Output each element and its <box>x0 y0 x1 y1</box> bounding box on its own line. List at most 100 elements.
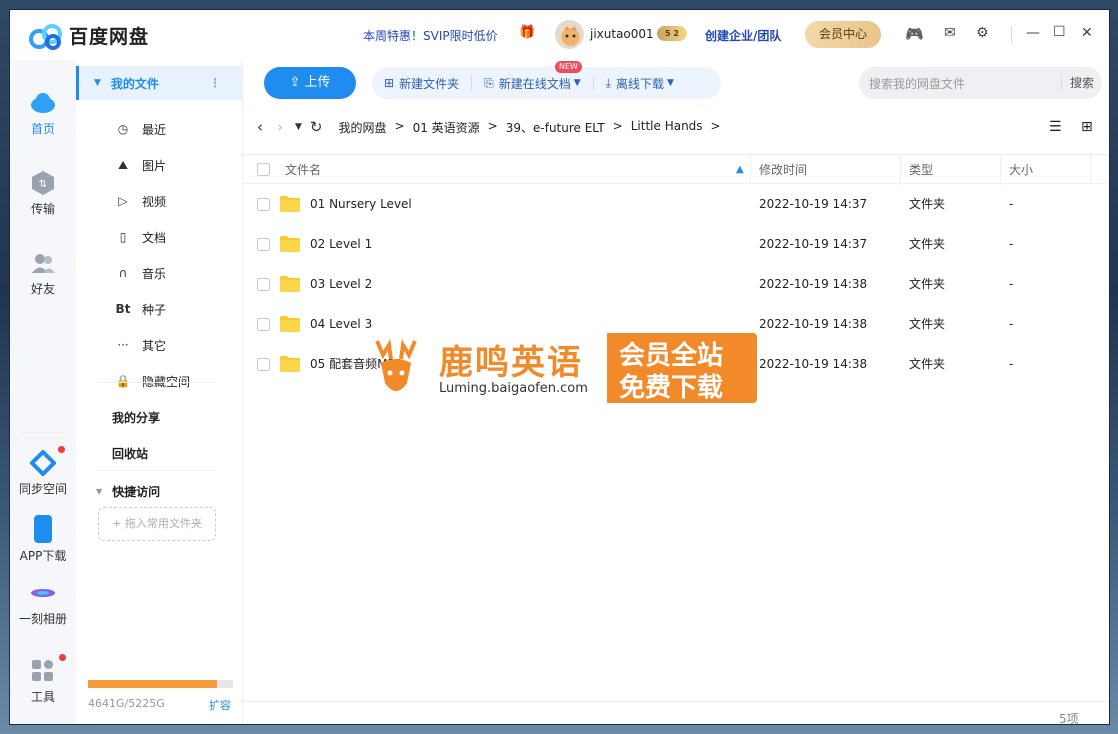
header-size[interactable]: 大小 <box>1009 155 1033 185</box>
row-checkbox[interactable] <box>257 238 270 251</box>
nav-label: 同步空间 <box>18 482 67 496</box>
new-folder-label: 新建文件夹 <box>399 76 460 91</box>
document-plus-icon: ⎘ <box>484 75 494 90</box>
table-row[interactable]: 01 Nursery Level 2022-10-19 14:37 文件夹 - <box>243 184 1109 224</box>
folder-icon <box>280 356 300 372</box>
minimize-icon[interactable]: — <box>1026 25 1040 41</box>
divider <box>1090 155 1091 185</box>
upload-icon: ⇪ <box>289 75 301 90</box>
nav-transfer[interactable]: ⇅ 传输 <box>10 170 76 217</box>
row-checkbox[interactable] <box>257 318 270 331</box>
play-icon: ▷ <box>118 194 128 208</box>
folder-icon <box>280 236 300 252</box>
header-type[interactable]: 类型 <box>909 155 933 185</box>
file-type: 文件夹 <box>909 357 946 371</box>
file-type: 文件夹 <box>909 277 946 291</box>
folder-icon <box>280 316 300 332</box>
forward-icon[interactable]: › <box>277 118 283 136</box>
sidebar-item-my-share[interactable]: 我的分享 <box>76 400 243 434</box>
refresh-icon[interactable]: ↻ <box>310 118 323 136</box>
table-row[interactable]: 02 Level 1 2022-10-19 14:37 文件夹 - <box>243 224 1109 264</box>
file-name[interactable]: 01 Nursery Level <box>310 184 412 224</box>
gear-icon[interactable]: ⚙ <box>976 25 989 41</box>
sidebar-item-6[interactable]: ··· 其它 <box>76 328 243 362</box>
sidebar-item-my-files[interactable]: ▼ 我的文件 ⋮ <box>76 66 243 100</box>
table-row[interactable]: 03 Level 2 2022-10-19 14:38 文件夹 - <box>243 264 1109 304</box>
sidebar-item-recycle[interactable]: 回收站 <box>76 436 243 470</box>
storage-text: 4641G/5225G <box>88 697 165 710</box>
sidebar-item-label: 视频 <box>142 194 167 209</box>
grid-view-icon[interactable]: ⊞ <box>1081 119 1093 135</box>
svip-promo-link[interactable]: 本周特惠！SVIP限时低价 <box>363 27 498 44</box>
breadcrumb-item[interactable]: 我的网盘 <box>339 119 387 136</box>
sidebar: ▼ 我的文件 ⋮ ◷ 最近 ⛰ 图片 ▷ 视频 ▯ 文档 ∩ 音乐 Bt 种子 ··· 其它 🔒 隐藏空间 我… <box>76 60 243 724</box>
document-icon: ▯ <box>119 230 127 244</box>
nav-yike-album[interactable]: 一刻相册 <box>10 580 76 627</box>
row-checkbox[interactable] <box>257 278 270 291</box>
nav-friends[interactable]: 好友 <box>10 250 76 297</box>
watermark-slogan: 会员全站 免费下载 <box>607 333 757 403</box>
new-folder-button[interactable]: ⊞ 新建文件夹 <box>384 67 459 99</box>
nav-label: 传输 <box>30 202 55 216</box>
expand-storage-link[interactable]: 扩容 <box>209 697 231 713</box>
breadcrumb-item[interactable]: 01 英语资源 <box>413 119 480 136</box>
sort-icon[interactable]: ☰ <box>1049 119 1062 135</box>
back-icon[interactable]: ‹ <box>257 118 263 136</box>
breadcrumb-item[interactable]: Little Hands <box>631 119 703 136</box>
file-name[interactable]: 03 Level 2 <box>310 264 372 304</box>
quick-access-dropzone[interactable]: + 拖入常用文件夹 <box>98 507 216 541</box>
game-icon[interactable]: 🎮 <box>905 25 924 43</box>
username[interactable]: jixutao001 <box>590 27 654 41</box>
file-name[interactable]: 02 Level 1 <box>310 224 372 264</box>
sidebar-item-label: 我的文件 <box>110 76 159 91</box>
sidebar-item-label: 快捷访问 <box>112 484 161 499</box>
sidebar-item-1[interactable]: ⛰ 图片 <box>76 148 243 182</box>
offline-download-button[interactable]: ⤓ 离线下载 ▼ <box>606 67 674 99</box>
sidebar-item-label: 图片 <box>142 158 167 173</box>
member-center-button[interactable]: 会员中心 <box>805 21 881 48</box>
breadcrumb-item[interactable]: 39、e-future ELT <box>506 119 605 136</box>
storage-bar <box>88 680 233 688</box>
sidebar-item-4[interactable]: ∩ 音乐 <box>76 256 243 290</box>
file-modified: 2022-10-19 14:37 <box>759 237 868 251</box>
folder-plus-icon: ⊞ <box>384 76 395 90</box>
more-vertical-icon[interactable]: ⋮ <box>209 76 221 90</box>
deer-logo-icon <box>375 339 417 391</box>
nav-tools[interactable]: 工具 <box>10 658 76 705</box>
nav-sync-space[interactable]: 同步空间 <box>10 449 76 497</box>
new-doc-label: 新建在线文档 <box>498 76 571 91</box>
file-size: - <box>1009 317 1014 331</box>
sidebar-item-quick-access[interactable]: ▼ 快捷访问 <box>76 474 243 508</box>
close-icon[interactable]: ✕ <box>1081 25 1093 41</box>
avatar[interactable] <box>555 20 584 49</box>
sidebar-item-2[interactable]: ▷ 视频 <box>76 184 243 218</box>
sidebar-item-3[interactable]: ▯ 文档 <box>76 220 243 254</box>
row-checkbox[interactable] <box>257 198 270 211</box>
mail-icon[interactable]: ✉ <box>944 25 956 41</box>
search-input[interactable]: 搜索我的网盘文件 <box>869 75 1061 92</box>
row-checkbox[interactable] <box>257 358 270 371</box>
friends-icon <box>30 250 56 276</box>
create-enterprise-link[interactable]: 创建企业/团队 <box>705 27 781 44</box>
sidebar-item-0[interactable]: ◷ 最近 <box>76 112 243 146</box>
gift-icon[interactable]: 🎁 <box>519 25 535 40</box>
sidebar-item-7[interactable]: 🔒 隐藏空间 <box>76 364 243 398</box>
nav-app-download[interactable]: APP下载 <box>10 515 76 564</box>
breadcrumb-separator-icon: > <box>612 118 623 133</box>
nav-home[interactable]: 首页 <box>10 90 76 137</box>
sidebar-item-5[interactable]: Bt 种子 <box>76 292 243 326</box>
app-name: 百度网盘 <box>69 26 150 48</box>
sync-icon <box>29 449 57 477</box>
select-all-checkbox[interactable] <box>257 163 270 176</box>
history-dropdown-icon[interactable]: ▼ <box>295 122 302 132</box>
header-modified[interactable]: 修改时间 <box>759 155 807 185</box>
sort-up-icon[interactable]: ▲ <box>736 155 744 185</box>
maximize-icon[interactable]: ☐ <box>1053 24 1066 40</box>
file-type: 文件夹 <box>909 317 946 331</box>
upload-button[interactable]: ⇪ 上传 <box>264 67 356 99</box>
search-button[interactable]: 搜索 <box>1060 75 1102 91</box>
lock-icon: 🔒 <box>115 374 131 388</box>
header-name[interactable]: 文件名 <box>285 155 321 185</box>
headphones-icon: ∩ <box>118 266 128 280</box>
nav-rail: 首页 ⇅ 传输 好友 同步空间 APP下载 一刻相册 工具 <box>10 60 76 724</box>
